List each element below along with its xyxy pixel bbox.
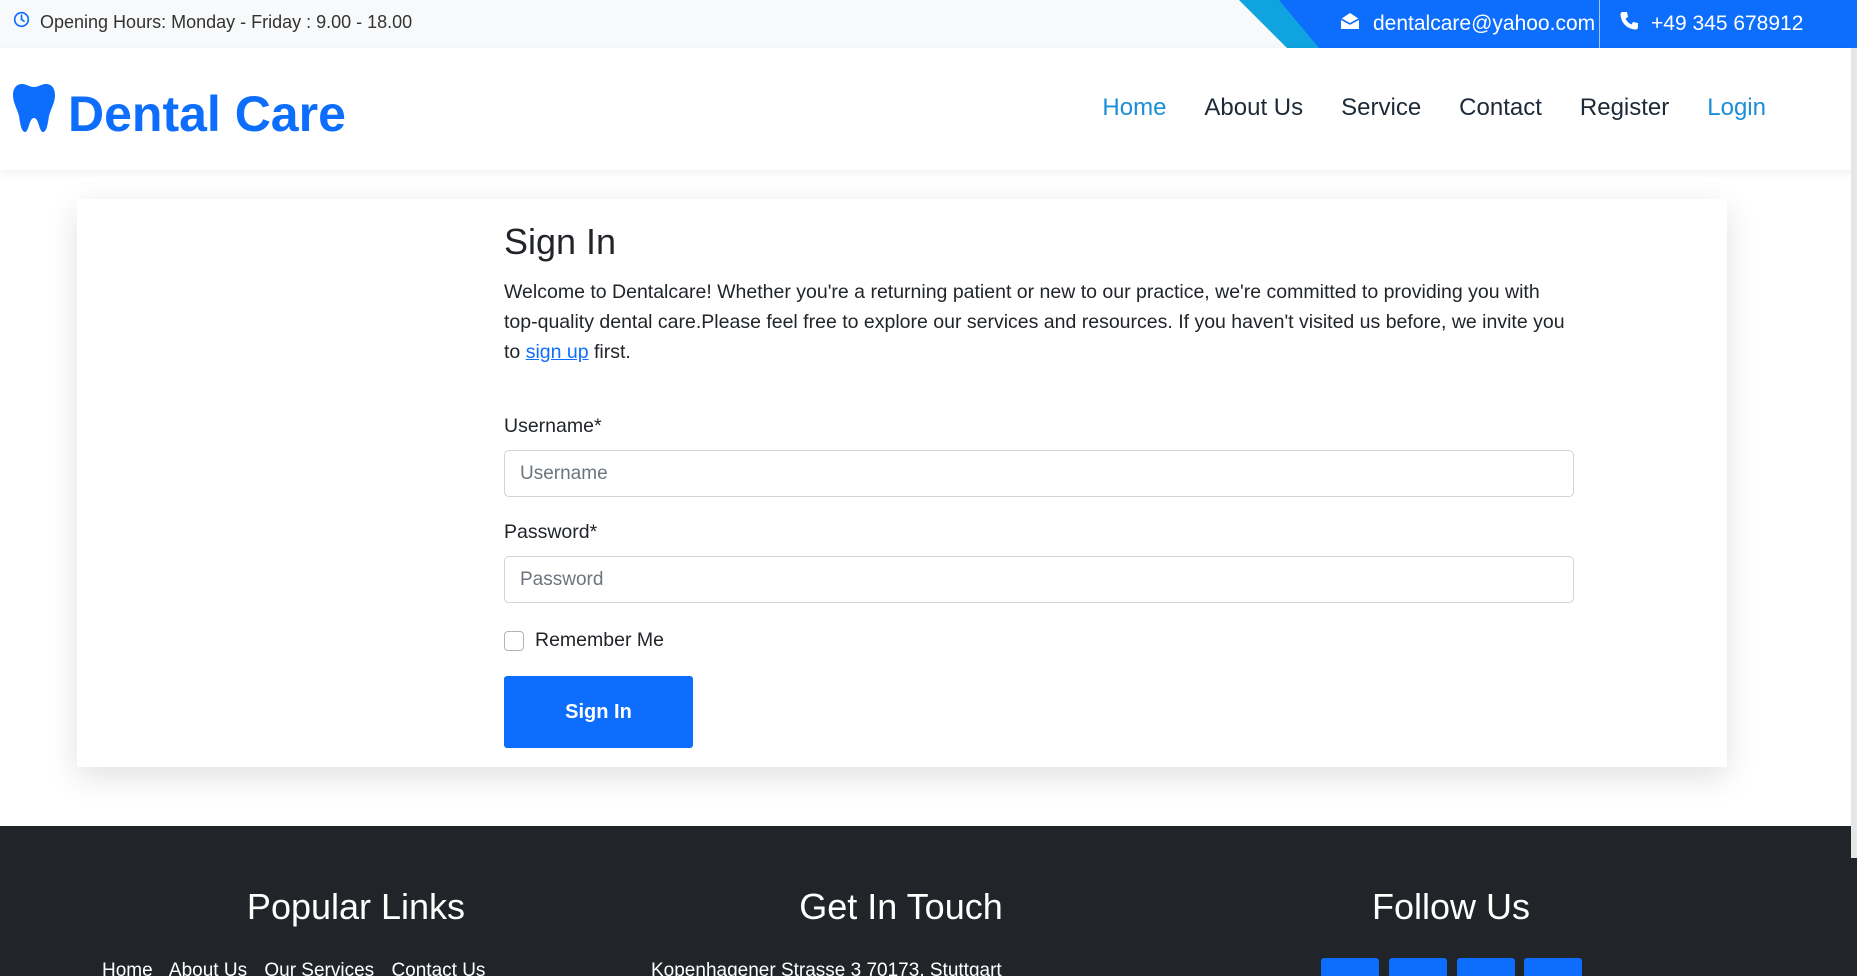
nav-login[interactable]: Login	[1688, 88, 1785, 128]
social-linkedin-button[interactable]	[1457, 958, 1515, 976]
envelope-icon	[1339, 11, 1373, 37]
get-in-touch-title: Get In Touch	[799, 886, 1003, 927]
username-input[interactable]	[504, 450, 1574, 497]
clock-icon	[13, 11, 40, 33]
phone-icon	[1619, 11, 1651, 37]
nav-service[interactable]: Service	[1322, 88, 1440, 128]
social-twitter-button[interactable]	[1321, 958, 1379, 976]
footer-address: Kopenhagener Strasse 3 70173, Stuttgart	[651, 960, 1002, 976]
username-label: Username*	[504, 415, 602, 437]
social-instagram-button[interactable]	[1524, 958, 1582, 976]
opening-hours: Opening Hours: Monday - Friday : 9.00 - …	[13, 0, 412, 44]
intro-text-before: Welcome to Dentalcare! Whether you're a …	[504, 281, 1565, 363]
contact-divider	[1599, 0, 1600, 48]
nav-register[interactable]: Register	[1561, 88, 1688, 128]
password-label: Password*	[504, 521, 598, 543]
signin-form: Sign In Welcome to Dentalcare! Whether y…	[504, 221, 1574, 748]
top-info-bar: Opening Hours: Monday - Friday : 9.00 - …	[0, 0, 1857, 48]
nav-about-us[interactable]: About Us	[1185, 88, 1322, 128]
password-input[interactable]	[504, 556, 1574, 603]
nav-menu: Home About Us Service Contact Register L…	[1083, 88, 1785, 128]
page-scrollbar[interactable]	[1851, 48, 1857, 858]
brand-logo[interactable]: Dental Care	[12, 82, 346, 146]
sign-in-button[interactable]: Sign In	[504, 676, 693, 748]
nav-contact[interactable]: Contact	[1440, 88, 1561, 128]
social-facebook-button[interactable]	[1389, 958, 1447, 976]
popular-links-title: Popular Links	[246, 886, 466, 927]
follow-us-title: Follow Us	[1371, 886, 1531, 927]
intro-text: Welcome to Dentalcare! Whether you're a …	[504, 277, 1574, 367]
footer: Popular Links Home About Us Our Services…	[0, 826, 1857, 976]
phone-link[interactable]: +49 345 678912	[1619, 0, 1803, 48]
popular-links-list: Home About Us Our Services Contact Us	[102, 960, 497, 976]
page-title: Sign In	[504, 221, 617, 262]
phone-text: +49 345 678912	[1651, 12, 1804, 35]
footer-link-about-us[interactable]: About Us	[169, 960, 247, 976]
remember-me-label[interactable]: Remember Me	[535, 629, 664, 652]
signin-card: Sign In Welcome to Dentalcare! Whether y…	[77, 199, 1727, 767]
footer-link-home[interactable]: Home	[102, 960, 153, 976]
remember-me-checkbox[interactable]	[504, 630, 524, 651]
brand-name: Dental Care	[68, 86, 346, 142]
contact-band: dentalcare@yahoo.com +49 345 678912	[1239, 0, 1857, 48]
email-link[interactable]: dentalcare@yahoo.com	[1339, 0, 1595, 48]
tooth-icon	[12, 82, 68, 146]
footer-link-our-services[interactable]: Our Services	[264, 960, 374, 976]
email-text: dentalcare@yahoo.com	[1373, 12, 1596, 35]
main-navbar: Dental Care Home About Us Service Contac…	[0, 48, 1857, 170]
footer-link-contact-us[interactable]: Contact Us	[391, 960, 485, 976]
remember-me-row: Remember Me	[504, 629, 1574, 652]
opening-hours-text: Opening Hours: Monday - Friday : 9.00 - …	[40, 11, 413, 32]
nav-home[interactable]: Home	[1083, 88, 1185, 128]
intro-text-after: first.	[588, 341, 631, 363]
sign-up-link[interactable]: sign up	[526, 341, 589, 363]
